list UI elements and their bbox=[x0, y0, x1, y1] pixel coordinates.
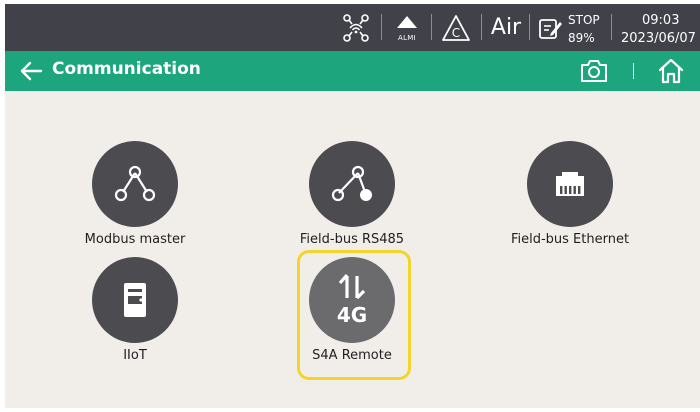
ethernet-port-icon bbox=[556, 172, 584, 196]
tile-field-bus-rs485[interactable]: Field-bus RS485 bbox=[272, 141, 432, 247]
status-separator bbox=[481, 14, 482, 40]
tile-label: Modbus master bbox=[84, 232, 186, 247]
back-button[interactable] bbox=[17, 57, 45, 85]
svg-text:C: C bbox=[452, 26, 460, 40]
4g-transfer-icon: 4G bbox=[337, 273, 367, 327]
share-nodes-icon bbox=[114, 165, 156, 202]
tile-label: Field-bus Ethernet bbox=[510, 232, 630, 247]
back-arrow-icon bbox=[20, 61, 43, 81]
status-separator bbox=[611, 14, 612, 40]
tile-circle: 4G bbox=[309, 257, 395, 343]
tile-circle bbox=[92, 257, 178, 343]
tile-label: IIoT bbox=[123, 348, 147, 363]
warning-c-icon[interactable]: C bbox=[438, 4, 474, 51]
clock-time: 09:03 bbox=[642, 13, 680, 28]
air-label: Air bbox=[490, 15, 522, 40]
status-separator bbox=[431, 14, 432, 40]
title-bar: Communication bbox=[5, 51, 700, 91]
home-icon bbox=[658, 58, 684, 84]
percent-status: 89% bbox=[568, 31, 595, 45]
alarm-label: ALMI bbox=[398, 34, 416, 42]
4g-badge: 4G bbox=[337, 303, 367, 327]
alarm-triangle-icon bbox=[397, 16, 417, 28]
network-wifi-icon[interactable] bbox=[339, 4, 373, 51]
status-bar: ALMI C Air STOP 89% 09:03 2023/06/07 bbox=[5, 4, 700, 51]
tile-label: S4A Remote bbox=[312, 348, 392, 363]
tile-s4a-remote[interactable]: 4G S4A Remote bbox=[272, 257, 432, 363]
note-edit-icon[interactable] bbox=[535, 4, 565, 51]
home-button[interactable] bbox=[655, 56, 687, 86]
tile-iiot[interactable]: IIoT bbox=[55, 257, 215, 363]
camera-icon bbox=[581, 60, 607, 82]
tile-circle bbox=[92, 141, 178, 227]
tile-field-bus-ethernet[interactable]: Field-bus Ethernet bbox=[490, 141, 650, 247]
stop-status: STOP bbox=[568, 13, 600, 27]
server-icon bbox=[124, 283, 146, 317]
tile-circle bbox=[309, 141, 395, 227]
tile-modbus-master[interactable]: Modbus master bbox=[55, 141, 215, 247]
status-separator bbox=[381, 14, 382, 40]
titlebar-separator bbox=[633, 63, 634, 79]
air-status[interactable]: Air bbox=[487, 4, 525, 51]
share-nodes-filled-icon bbox=[331, 165, 372, 202]
camera-button[interactable] bbox=[578, 57, 610, 85]
page-title: Communication bbox=[52, 59, 201, 79]
tile-circle bbox=[527, 141, 613, 227]
status-separator bbox=[529, 14, 530, 40]
clock-date: 2023/06/07 bbox=[621, 31, 696, 46]
alarm-indicator[interactable]: ALMI bbox=[390, 4, 424, 51]
tile-label: Field-bus RS485 bbox=[299, 232, 405, 247]
screen: ALMI C Air STOP 89% 09:03 2023/06/07 Com… bbox=[5, 4, 700, 408]
